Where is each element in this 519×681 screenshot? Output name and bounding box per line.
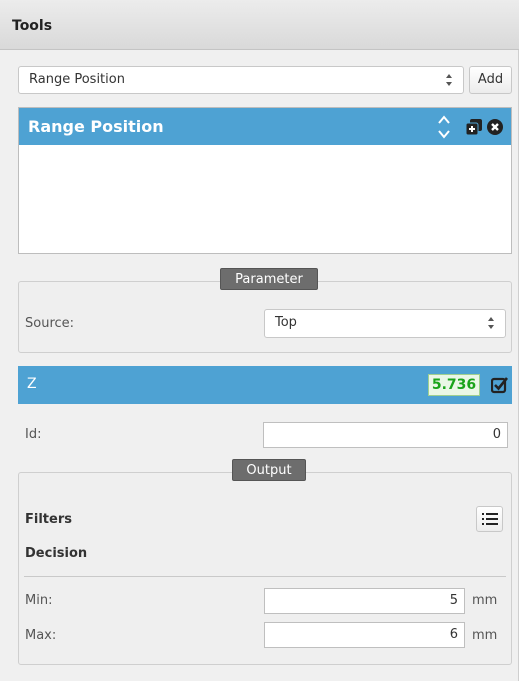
- tool-type-value: Range Position: [29, 72, 125, 87]
- min-input[interactable]: 5: [264, 588, 465, 614]
- max-unit: mm: [472, 628, 498, 643]
- min-unit: mm: [472, 593, 498, 608]
- checkbox-checked-icon[interactable]: [491, 376, 509, 394]
- max-input[interactable]: 6: [264, 622, 465, 648]
- add-button[interactable]: Add: [469, 66, 512, 94]
- id-input[interactable]: 0: [263, 422, 508, 448]
- tools-panel: Tools Range Position Add Range Position: [0, 0, 519, 681]
- decision-label: Decision: [25, 546, 88, 561]
- divider: [24, 576, 506, 577]
- measurement-z[interactable]: Z 5.736: [18, 366, 512, 404]
- panel-title: Tools: [12, 18, 53, 34]
- measurement-label: Z: [27, 376, 37, 392]
- close-icon[interactable]: [487, 119, 503, 135]
- min-label: Min:: [25, 593, 53, 608]
- source-label: Source:: [25, 316, 75, 331]
- filters-button[interactable]: [476, 506, 503, 532]
- parameter-legend: Parameter: [220, 268, 318, 290]
- tool-item-header[interactable]: Range Position: [19, 108, 511, 145]
- updown-arrow-icon: [446, 74, 452, 86]
- tool-type-select[interactable]: Range Position: [18, 66, 464, 94]
- tool-item-title: Range Position: [28, 117, 164, 136]
- updown-arrow-icon: [488, 317, 494, 329]
- measurement-value: 5.736: [428, 374, 480, 396]
- max-label: Max:: [25, 628, 57, 643]
- filters-label: Filters: [25, 512, 72, 527]
- source-value: Top: [275, 315, 297, 330]
- list-icon: [482, 513, 498, 525]
- tool-list: Range Position: [18, 107, 512, 254]
- reorder-icon[interactable]: [437, 114, 451, 140]
- source-select[interactable]: Top: [264, 309, 506, 338]
- output-legend: Output: [232, 459, 306, 481]
- id-label: Id:: [25, 427, 42, 442]
- panel-header: Tools: [0, 0, 519, 50]
- duplicate-icon[interactable]: [466, 119, 482, 135]
